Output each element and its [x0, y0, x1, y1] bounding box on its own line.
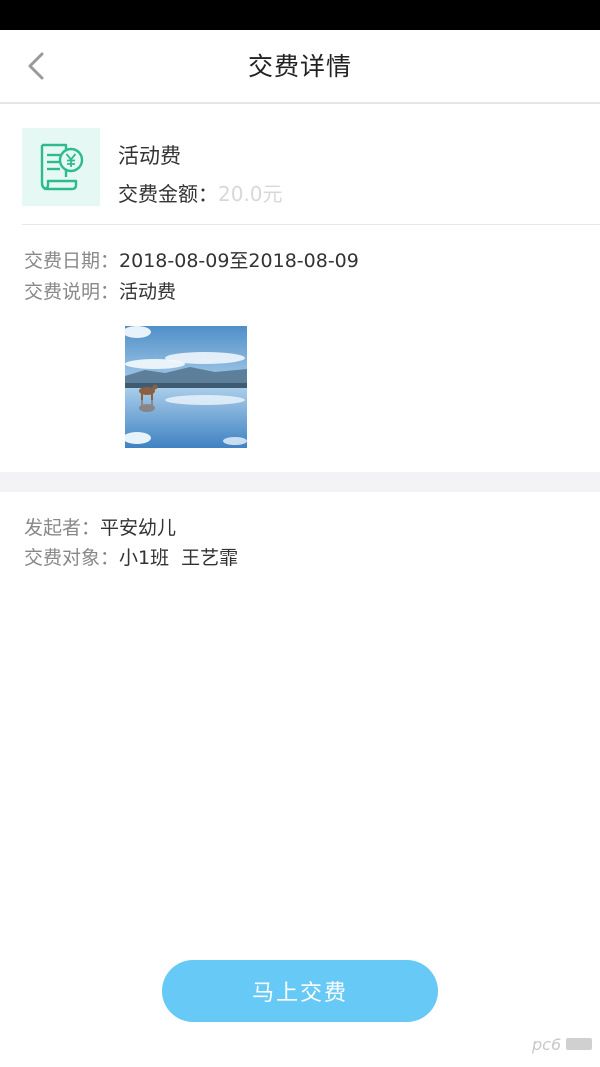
divider: [22, 224, 600, 225]
initiator-value: 平安幼儿: [100, 517, 177, 539]
fee-desc-row: 交费说明：活动费: [24, 277, 176, 304]
fee-desc-value: 活动费: [119, 281, 177, 303]
page-title: 交费详情: [247, 52, 352, 81]
initiator-label: 发起者：: [24, 517, 101, 539]
fee-icon-box: [22, 128, 100, 206]
target-value: 小1班 王艺霏: [119, 547, 239, 569]
fee-amount-row: 交费金额：20.0元: [118, 178, 283, 207]
status-bar: [0, 0, 600, 30]
attachment-image[interactable]: [125, 326, 247, 448]
receipt-yen-icon: [40, 143, 84, 191]
fee-date-row: 交费日期：2018-08-09至2018-08-09: [24, 246, 359, 273]
nav-bar: 交费详情: [0, 30, 600, 104]
fee-name: 活动费: [118, 144, 181, 168]
fee-amount-value: 20.0元: [218, 182, 283, 206]
fee-amount-label: 交费金额：: [118, 182, 218, 206]
initiator-row: 发起者：平安幼儿: [24, 513, 176, 540]
pay-now-button[interactable]: 马上交费: [162, 960, 438, 1022]
fee-summary: 活动费 交费金额：20.0元: [0, 104, 600, 226]
target-label: 交费对象：: [24, 547, 120, 569]
section-gap: [0, 472, 600, 492]
fee-date-label: 交费日期：: [24, 250, 120, 272]
svg-text:pc6: pc6: [532, 1035, 561, 1054]
target-row: 交费对象：小1班 王艺霏: [24, 543, 238, 570]
fee-date-value: 2018-08-09至2018-08-09: [119, 250, 359, 272]
fee-desc-label: 交费说明：: [24, 281, 120, 303]
watermark-logo: pc6: [532, 1035, 592, 1054]
